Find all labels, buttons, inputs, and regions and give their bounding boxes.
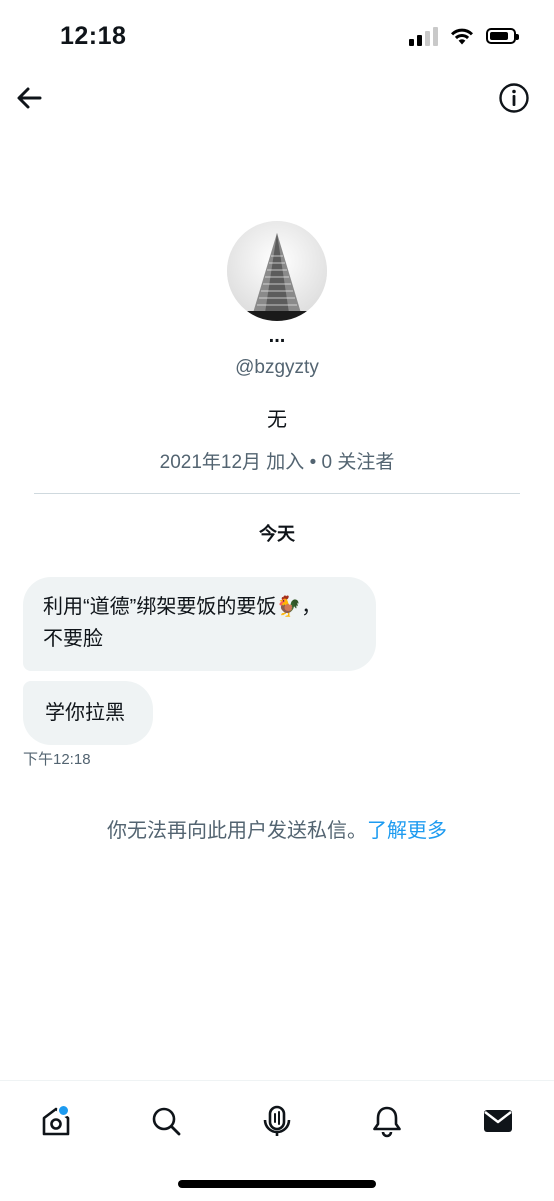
divider [34, 493, 520, 494]
arrow-left-icon [17, 87, 42, 109]
display-name: ... [268, 325, 286, 347]
message-text: 学你拉黑 [45, 702, 125, 724]
status-icons [409, 26, 519, 46]
tab-messages[interactable] [478, 1101, 518, 1141]
tab-search[interactable] [146, 1101, 186, 1141]
message-bubble[interactable]: 学你拉黑 [23, 681, 153, 745]
message-text-line: 利用“道德”绑架要饭的要饭🐓， [43, 596, 322, 618]
wifi-icon [451, 28, 473, 45]
avatar-image [227, 221, 327, 321]
profile-meta: 2021年12月 加入 • 0 关注者 [159, 452, 395, 473]
messages-icon [484, 1110, 512, 1132]
conversation-info-button[interactable] [498, 82, 530, 114]
blocked-notice: 你无法再向此用户发送私信。了解更多 [0, 814, 554, 843]
tab-home[interactable] [36, 1101, 76, 1141]
spaces-icon [263, 1105, 291, 1136]
info-circle-icon [499, 83, 529, 113]
tab-spaces[interactable] [257, 1101, 297, 1141]
message-timestamp: 下午12:18 [23, 751, 91, 768]
cellular-signal-icon [409, 26, 438, 46]
home-indicator [178, 1180, 376, 1188]
avatar[interactable] [227, 221, 327, 321]
status-time: 12:18 [60, 22, 127, 50]
user-handle: @bzgyzty [235, 357, 319, 378]
date-separator: 今天 [259, 524, 295, 544]
learn-more-link[interactable]: 了解更多 [367, 820, 447, 842]
search-icon [152, 1107, 181, 1136]
back-button[interactable] [14, 82, 46, 114]
user-bio: 无 [267, 409, 287, 431]
notifications-icon [373, 1106, 401, 1138]
unread-dot [57, 1104, 70, 1117]
message-bubble[interactable]: 利用“道德”绑架要饭的要饭🐓， 不要脸 [23, 577, 376, 671]
status-bar: 12:18 [0, 0, 554, 72]
blocked-notice-text: 你无法再向此用户发送私信。 [107, 820, 367, 842]
message-text-line: 不要脸 [43, 628, 103, 650]
battery-icon [486, 28, 519, 44]
tab-notifications[interactable] [367, 1101, 407, 1141]
